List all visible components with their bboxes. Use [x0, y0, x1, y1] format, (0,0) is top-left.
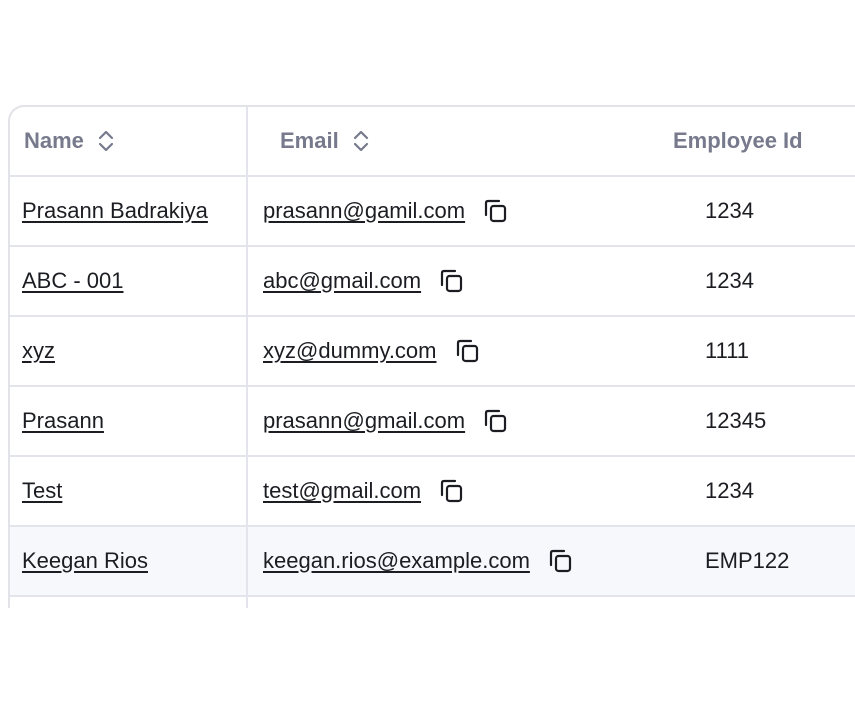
copy-icon[interactable] [548, 548, 574, 574]
employee-email-link[interactable]: test@gmail.com [263, 478, 421, 504]
email-cell: abc@gmail.com [246, 247, 666, 315]
name-cell: Keegan Rios [10, 527, 248, 595]
employee-id-cell: 1234 [705, 457, 855, 525]
copy-icon[interactable] [439, 478, 465, 504]
name-cell: Prasann Badrakiya [10, 177, 248, 245]
table-row: Prasann Badrakiya prasann@gamil.com 1234 [10, 177, 855, 247]
column-header-email[interactable]: Email [246, 107, 666, 175]
table-row: ABC - 001 abc@gmail.com 1234 [10, 247, 855, 317]
employee-name-link[interactable]: Keegan Rios [22, 548, 148, 574]
employee-table: Name Email Employee Id Prasann Badrakiya… [8, 105, 855, 608]
name-cell: ABC - 001 [10, 247, 248, 315]
employee-id-value: 1234 [705, 198, 754, 223]
employee-email-link[interactable]: xyz@dummy.com [263, 338, 437, 364]
employee-id-cell: 1234 [705, 247, 855, 315]
table-row: xyz xyz@dummy.com 1111 [10, 317, 855, 387]
column-header-employee-id: Employee Id [673, 107, 855, 175]
column-header-employee-id-label: Employee Id [673, 128, 803, 153]
employee-id-cell: 1111 [705, 317, 855, 385]
employee-id-value: 12345 [705, 408, 767, 433]
email-cell: test@gmail.com [246, 457, 666, 525]
copy-icon[interactable] [483, 408, 509, 434]
name-cell: Test [10, 457, 248, 525]
name-cell: Prasann [10, 387, 248, 455]
employee-email-link[interactable]: prasann@gamil.com [263, 198, 465, 224]
table-row: Prasann prasann@gmail.com 12345 [10, 387, 855, 457]
employee-id-value: EMP122 [705, 548, 790, 573]
employee-name-link[interactable]: ABC - 001 [22, 268, 124, 294]
column-divider [246, 597, 248, 608]
employee-id-cell: EMP122 [705, 527, 855, 595]
column-header-name[interactable]: Name [10, 107, 248, 175]
sort-updown-icon[interactable] [351, 129, 371, 153]
email-cell: prasann@gamil.com [246, 177, 666, 245]
table-row: Test test@gmail.com 1234 [10, 457, 855, 527]
email-cell: keegan.rios@example.com [246, 527, 666, 595]
employee-name-link[interactable]: Prasann Badrakiya [22, 198, 208, 224]
column-header-name-label: Name [24, 128, 84, 153]
copy-icon[interactable] [483, 198, 509, 224]
column-header-email-label: Email [280, 128, 339, 153]
employee-id-value: 1111 [705, 338, 750, 363]
employee-id-value: 1234 [705, 268, 754, 293]
employee-id-value: 1234 [705, 478, 754, 503]
employee-id-cell: 12345 [705, 387, 855, 455]
employee-name-link[interactable]: Prasann [22, 408, 104, 434]
employee-name-link[interactable]: Test [22, 478, 62, 504]
copy-icon[interactable] [455, 338, 481, 364]
employee-name-link[interactable]: xyz [22, 338, 55, 364]
employee-email-link[interactable]: abc@gmail.com [263, 268, 421, 294]
table-row: Keegan Rios keegan.rios@example.com EMP1… [10, 527, 855, 597]
employee-id-cell: 1234 [705, 177, 855, 245]
sort-updown-icon[interactable] [96, 129, 116, 153]
email-cell: prasann@gmail.com [246, 387, 666, 455]
table-row-partial [10, 597, 855, 608]
email-cell: xyz@dummy.com [246, 317, 666, 385]
employee-email-link[interactable]: prasann@gmail.com [263, 408, 465, 434]
name-cell: xyz [10, 317, 248, 385]
employee-email-link[interactable]: keegan.rios@example.com [263, 548, 530, 574]
table-header-row: Name Email Employee Id [10, 107, 855, 177]
copy-icon[interactable] [439, 268, 465, 294]
